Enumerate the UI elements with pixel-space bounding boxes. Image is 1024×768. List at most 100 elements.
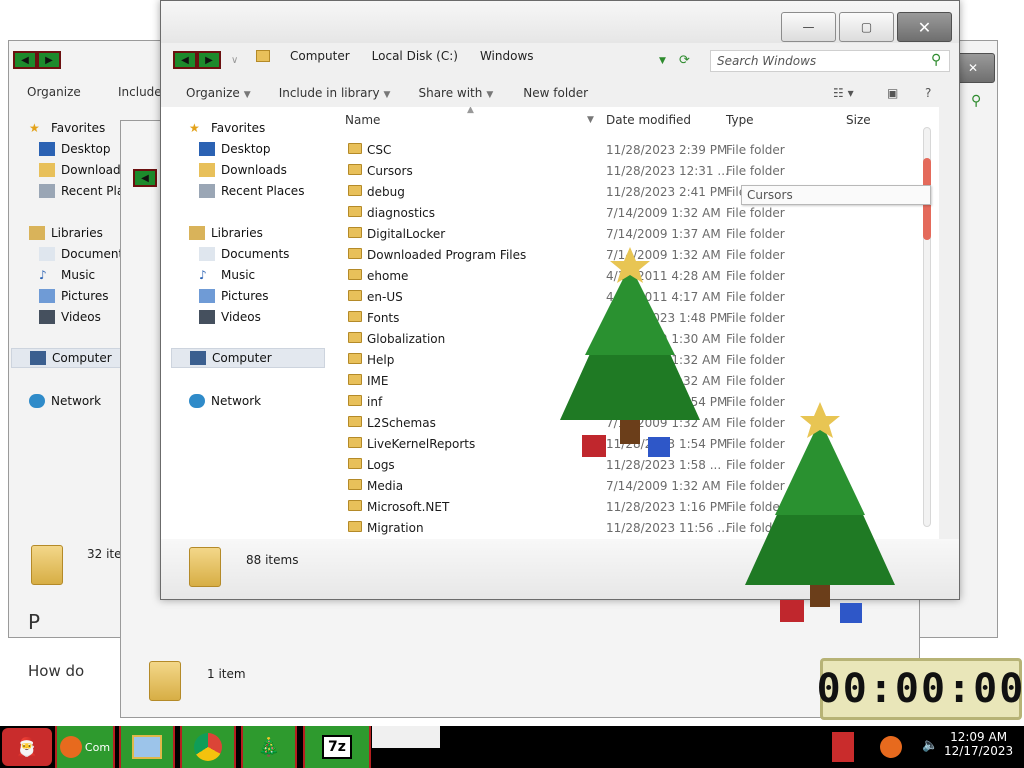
forward-arrow-icon[interactable]: ▶ (37, 51, 61, 69)
back-forward-buttons[interactable]: ◀ (133, 169, 157, 187)
breadcrumb-computer[interactable]: Computer (290, 49, 350, 63)
nav-videos[interactable]: Videos (199, 310, 261, 324)
minimize-button[interactable]: — (781, 12, 836, 42)
taskbar-chrome-button[interactable] (180, 726, 236, 768)
column-dropdown-icon[interactable]: ▼ (587, 115, 594, 125)
taskbar-7zip-button[interactable]: 7z (303, 726, 371, 768)
help-icon[interactable]: ? (925, 86, 931, 100)
organize-menu[interactable]: Organize ▼ (186, 86, 251, 100)
taskbar-tree-button[interactable]: 🎄 (241, 726, 297, 768)
column-header-type[interactable]: Type (726, 107, 754, 133)
nav-computer[interactable]: Computer (171, 348, 325, 368)
start-button[interactable]: 🎅 (2, 728, 52, 766)
downloads-icon (39, 163, 55, 177)
forward-arrow-icon[interactable]: ▶ (197, 51, 221, 69)
include-in-library-menu[interactable]: Include in library ▼ (279, 86, 391, 100)
new-folder-button[interactable]: New folder (523, 86, 588, 100)
nav-recent-places[interactable]: Recent Places (199, 184, 304, 198)
clock-date: 12/17/2023 (944, 744, 1014, 758)
nav-downloads[interactable]: Downloads (199, 163, 287, 177)
nav-downloads[interactable]: Downloads (39, 163, 127, 177)
file-row[interactable]: CSC 11/28/2023 2:39 PM File folder (329, 139, 939, 160)
folder-icon (348, 248, 362, 259)
file-date: 11/28/2023 1:16 PM (606, 499, 728, 514)
file-name: CSC (367, 142, 392, 157)
share-with-menu[interactable]: Share with ▼ (418, 86, 493, 100)
folder-icon (348, 227, 362, 238)
nav-network[interactable]: Network (29, 394, 101, 408)
nav-libraries[interactable]: Libraries (29, 226, 103, 240)
taskbar-explorer-item[interactable]: Com (55, 726, 115, 768)
file-name: Microsoft.NET (367, 499, 450, 514)
nav-computer[interactable]: Computer (11, 348, 123, 368)
nav-music[interactable]: ♪ Music (39, 268, 95, 282)
nav-music[interactable]: ♪ Music (199, 268, 255, 282)
search-icon[interactable]: ⚲ (931, 52, 941, 68)
recent-pages-dropdown-icon[interactable]: ∨ (231, 55, 238, 66)
folder-icon (348, 185, 362, 196)
back-arrow-icon[interactable]: ◀ (173, 51, 197, 69)
search-input[interactable]: Search Windows (710, 50, 950, 72)
column-header-date[interactable]: Date modified (606, 107, 691, 133)
file-row[interactable]: diagnostics 7/14/2009 1:32 AM File folder (329, 202, 939, 223)
folder-icon (31, 545, 63, 585)
nav-desktop[interactable]: Desktop (39, 142, 111, 156)
taskbar: 🎅 Com 🎄 7z 🔈 (0, 726, 1024, 768)
nav-pictures[interactable]: Pictures (39, 289, 109, 303)
folder-icon (348, 164, 362, 175)
include-menu[interactable]: Include (118, 85, 162, 99)
volume-icon[interactable]: 🔈 (922, 738, 938, 753)
view-options-icon[interactable]: ☷ ▾ (833, 86, 854, 100)
address-dropdown-icon[interactable]: ▼ (659, 56, 666, 66)
tray-flag-icon[interactable] (832, 732, 854, 762)
nav-videos[interactable]: Videos (39, 310, 101, 324)
column-header-name[interactable]: Name (345, 107, 380, 133)
downloads-icon (199, 163, 215, 177)
folder-icon (256, 50, 270, 62)
breadcrumb[interactable]: Computer Local Disk (C:) Windows (256, 49, 534, 63)
desktop-icon (199, 142, 215, 156)
nav-documents[interactable]: Documents (199, 247, 289, 261)
file-name: Migration (367, 520, 424, 535)
file-date: 11/28/2023 2:39 PM (606, 142, 728, 157)
file-row[interactable]: Cursors 11/28/2023 12:31 ... File folder (329, 160, 939, 181)
folder-icon (348, 416, 362, 427)
folder-icon (149, 661, 181, 701)
refresh-icon[interactable]: ⟳ (679, 53, 690, 68)
countdown-timer[interactable]: 00:00:00 (817, 658, 1023, 720)
nav-favorites[interactable]: ★ Favorites (29, 121, 105, 135)
search-go-icon[interactable]: ⚲ (971, 93, 981, 109)
nav-recent[interactable]: Recent Plac (39, 184, 131, 198)
close-button[interactable]: ✕ (897, 12, 952, 42)
nav-desktop[interactable]: Desktop (199, 142, 271, 156)
nav-favorites[interactable]: ★ Favorites (189, 121, 265, 135)
tray-firefox-icon[interactable] (880, 736, 902, 758)
column-header-size[interactable]: Size (846, 107, 871, 133)
organize-menu[interactable]: Organize (27, 85, 81, 99)
taskbar-explorer-button[interactable] (119, 726, 175, 768)
back-arrow-icon[interactable]: ◀ (13, 51, 37, 69)
desktop-icon (39, 142, 55, 156)
preview-pane-icon[interactable]: ▣ (887, 86, 898, 100)
file-name: Fonts (367, 310, 400, 325)
file-name: ehome (367, 268, 409, 283)
sort-arrow-icon: ▲ (467, 107, 474, 115)
folder-icon (348, 479, 362, 490)
nav-documents[interactable]: Documents (39, 247, 129, 261)
maximize-button[interactable]: ▢ (839, 12, 894, 42)
file-date: 11/28/2023 12:31 ... (606, 163, 729, 178)
nav-pictures[interactable]: Pictures (199, 289, 269, 303)
computer-icon (190, 351, 206, 365)
folder-icon (348, 437, 362, 448)
back-forward-buttons[interactable]: ◀ ▶ (13, 51, 61, 69)
file-type: File folder (726, 331, 785, 346)
file-name: Globalization (367, 331, 446, 346)
breadcrumb-windows[interactable]: Windows (480, 49, 534, 63)
back-arrow-icon[interactable]: ◀ (133, 169, 157, 187)
nav-network[interactable]: Network (189, 394, 261, 408)
file-row[interactable]: DigitalLocker 7/14/2009 1:37 AM File folde… (329, 223, 939, 244)
file-name: Media (367, 478, 404, 493)
breadcrumb-drive[interactable]: Local Disk (C:) (372, 49, 458, 63)
system-clock[interactable]: 12:09 AM 12/17/2023 (944, 730, 1013, 758)
nav-libraries[interactable]: Libraries (189, 226, 263, 240)
